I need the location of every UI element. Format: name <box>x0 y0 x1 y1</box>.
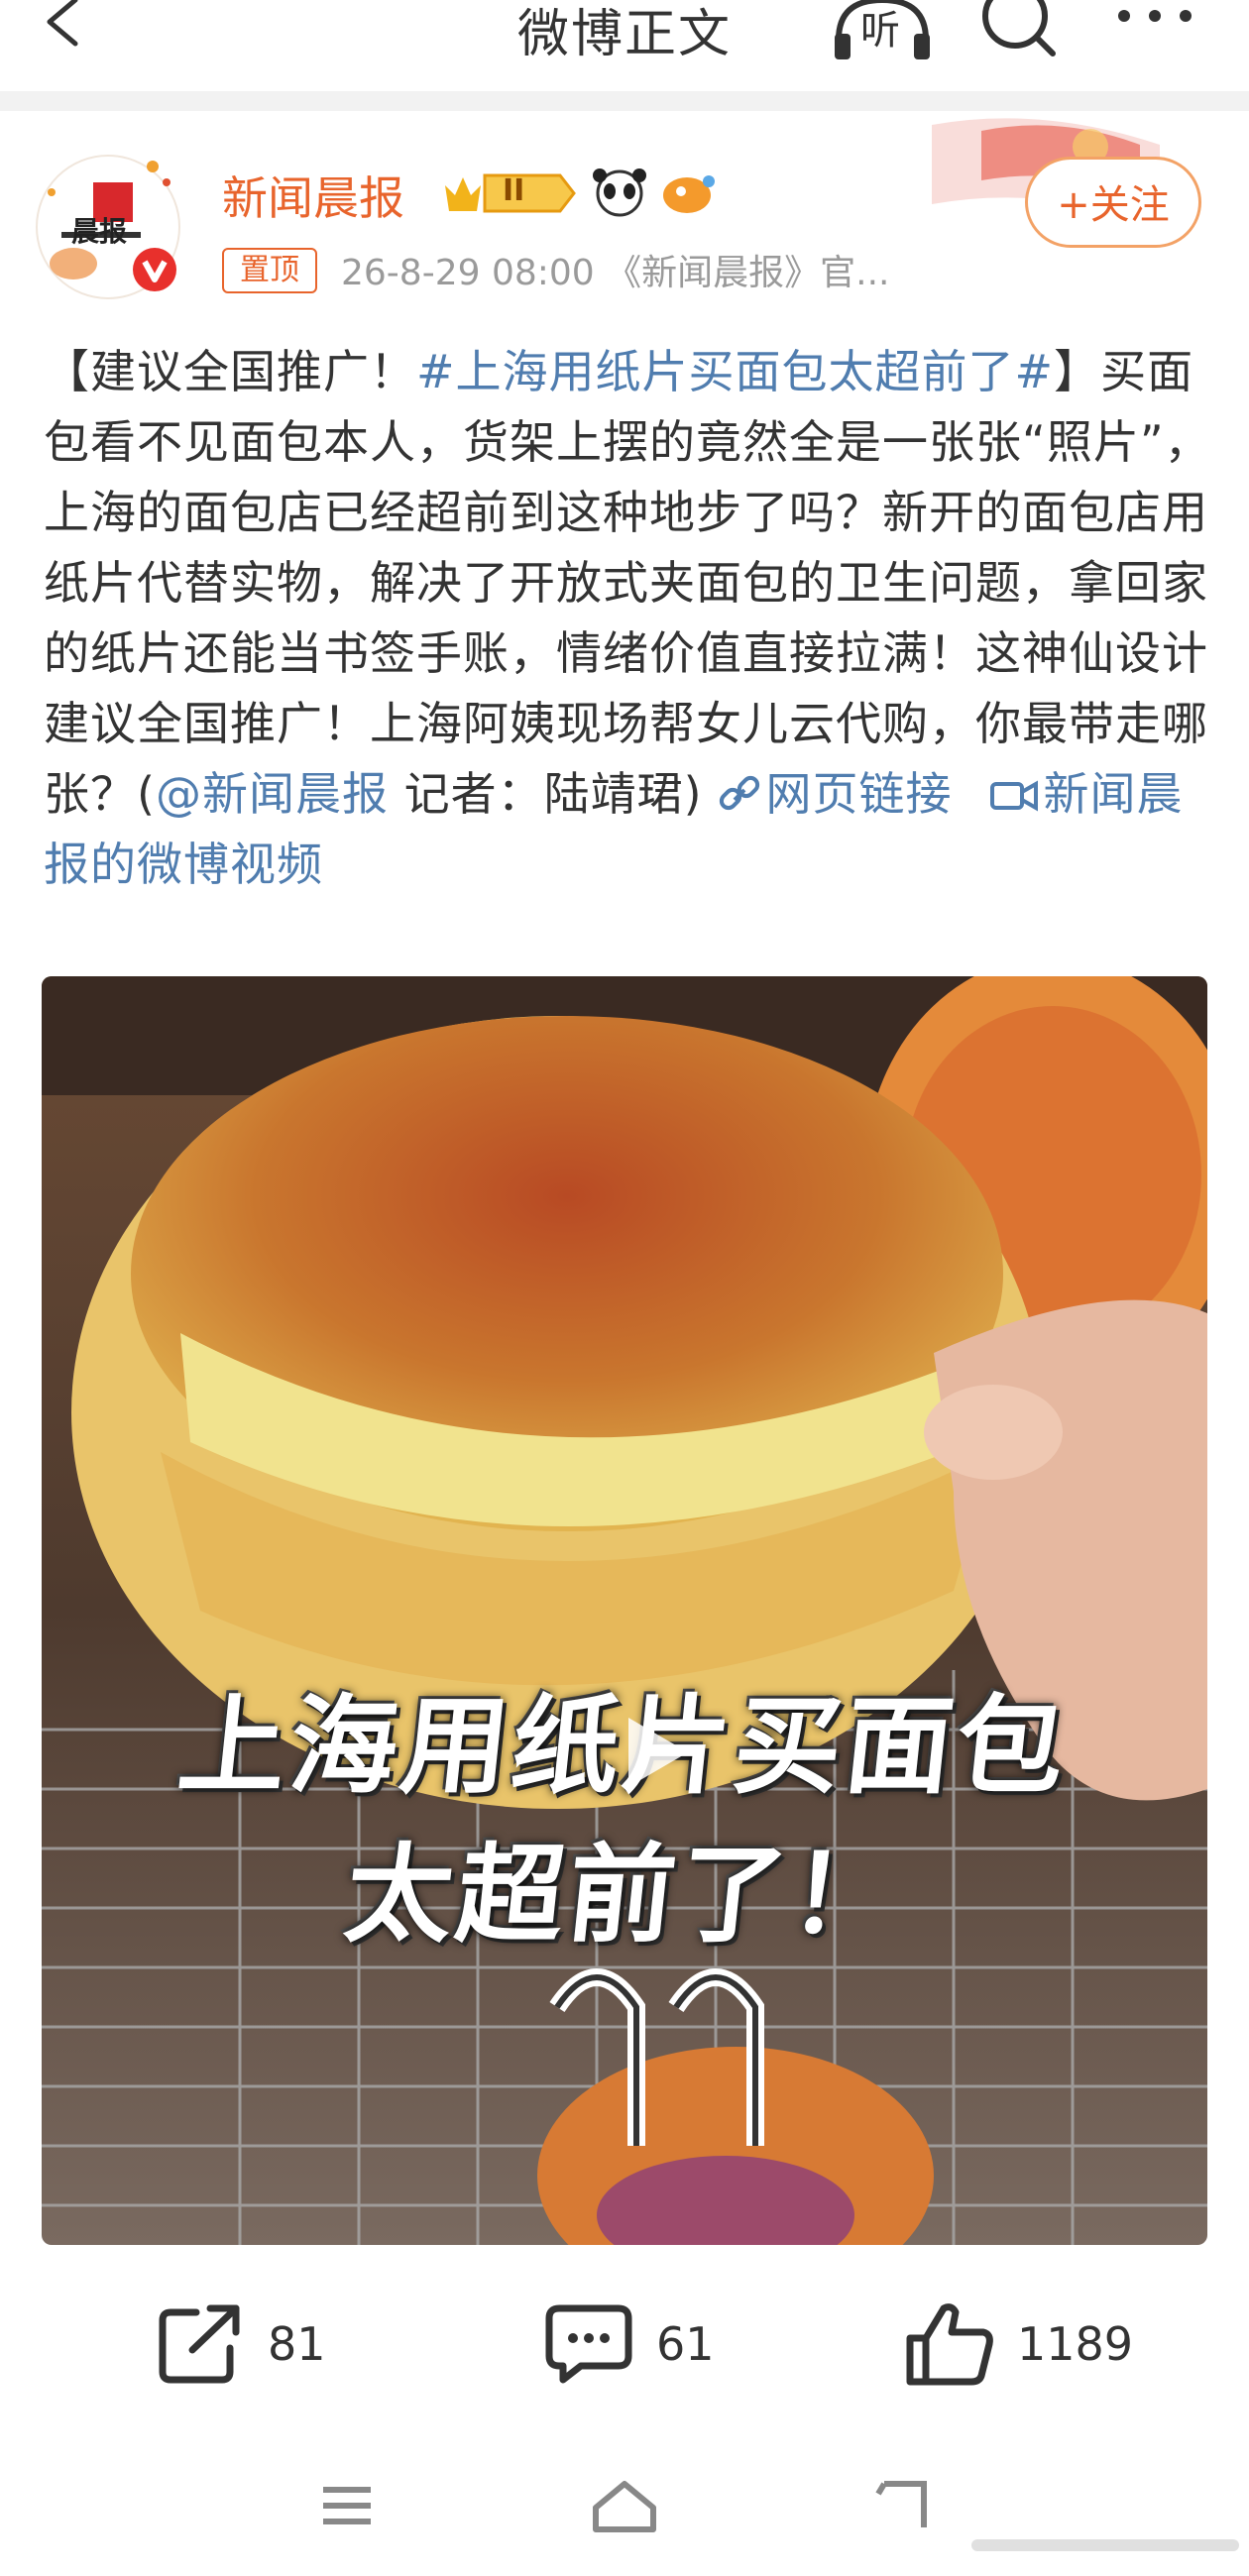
repost-icon <box>159 2304 240 2384</box>
author-name[interactable]: 新闻晨报 <box>222 163 404 228</box>
play-icon[interactable] <box>609 1708 698 1797</box>
back-nav-icon[interactable] <box>874 2478 934 2533</box>
badges: II <box>441 166 719 221</box>
video-thumbnail <box>42 976 1207 2245</box>
post-text-body: 】买面包看不见面包本人，货架上摆的竟然全是一张张“照片”，上海的面包店已经超前到… <box>44 345 1211 821</box>
menu-icon[interactable] <box>317 2482 377 2531</box>
repost-count: 81 <box>268 2317 326 2371</box>
like-icon <box>906 2303 993 2386</box>
link-icon <box>719 775 759 811</box>
home-icon[interactable] <box>590 2478 659 2533</box>
avatar[interactable]: 晨报 <box>34 153 182 301</box>
web-link-label: 网页链接 <box>765 767 953 821</box>
system-navigation-bar <box>0 2448 1249 2576</box>
listen-label: 听 <box>860 8 900 54</box>
repost-button[interactable]: 81 <box>157 2299 326 2389</box>
search-icon[interactable] <box>981 0 1061 59</box>
level-badge-text: II <box>503 173 525 208</box>
web-link[interactable]: 网页链接 <box>703 767 953 821</box>
post-text-lead: 【建议全国推广！ <box>44 345 416 398</box>
section-divider <box>0 91 1249 111</box>
like-count: 1189 <box>1017 2317 1134 2371</box>
post-text: 【建议全国推广！#上海用纸片买面包太超前了#】买面包看不见面包本人，货架上摆的竟… <box>44 337 1223 900</box>
more-icon[interactable] <box>1110 0 1199 50</box>
video-icon <box>989 780 1038 812</box>
comment-icon <box>545 2304 632 2384</box>
like-button[interactable]: 1189 <box>904 2299 1133 2389</box>
avatar-logo-text: 晨报 <box>71 215 128 248</box>
post-meta: 26-8-29 08:00 《新闻晨报》官... <box>341 253 890 293</box>
video-player[interactable]: 上海用纸片买面包 太超前了！ <box>42 976 1207 2245</box>
mention-link[interactable]: @新闻晨报 <box>156 767 389 821</box>
hashtag-link[interactable]: #上海用纸片买面包太超前了# <box>416 345 1054 398</box>
comment-button[interactable]: 61 <box>543 2299 715 2389</box>
follow-button[interactable]: +关注 <box>1025 157 1201 248</box>
page-title: 微博正文 <box>516 5 732 64</box>
video-caption-line2: 太超前了！ <box>339 1834 908 1958</box>
gesture-bar <box>971 2539 1239 2551</box>
post-text-credit: 记者：陆靖珺) <box>388 767 703 821</box>
action-bar: 81 61 1189 <box>0 2245 1249 2443</box>
top-bar: 微博正文 听 <box>0 0 1249 87</box>
pinned-badge: 置顶 <box>222 248 317 293</box>
listen-button[interactable]: 听 <box>833 0 932 59</box>
post-header: 晨报 新闻晨报 II 置顶 26-8-29 08:00 《新闻晨报》官... +… <box>0 111 1249 319</box>
comment-count: 61 <box>656 2317 715 2371</box>
